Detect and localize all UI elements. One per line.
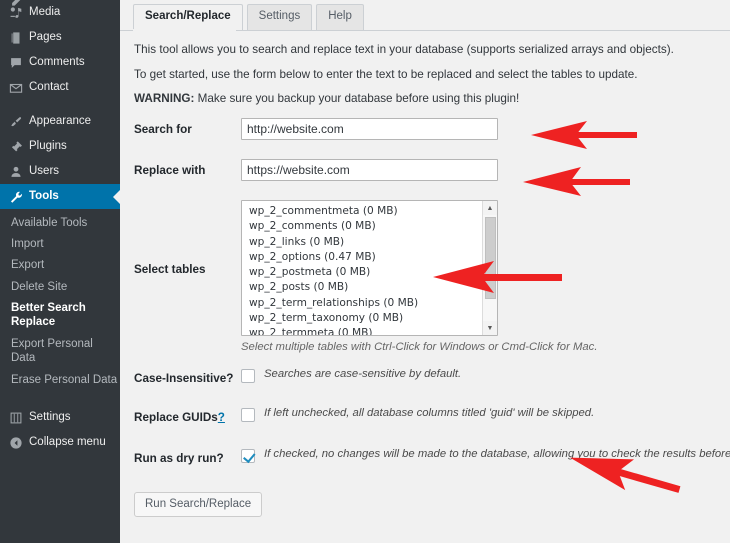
sidebar-item-label: Pages bbox=[29, 30, 62, 43]
plugins-plug-icon bbox=[9, 140, 28, 154]
select-tables-options: wp_2_commentmeta (0 MB) wp_2_comments (0… bbox=[242, 201, 482, 335]
submenu-item-available-tools[interactable]: Available Tools bbox=[0, 212, 120, 233]
tools-wrench-icon bbox=[9, 190, 28, 204]
run-search-replace-button[interactable]: Run Search/Replace bbox=[134, 491, 263, 518]
sidebar-item-tools[interactable]: Tools bbox=[0, 184, 120, 209]
warning-label: WARNING: bbox=[134, 92, 195, 105]
sidebar-divider bbox=[0, 100, 120, 109]
replace-guids-label: Replace GUIDs? bbox=[134, 406, 241, 425]
table-option[interactable]: wp_2_posts (0 MB) bbox=[242, 280, 482, 295]
contact-envelope-icon bbox=[9, 81, 28, 95]
replace-with-row: Replace with bbox=[134, 159, 724, 181]
table-option[interactable]: wp_2_links (0 MB) bbox=[242, 235, 482, 250]
select-tables-label: Select tables bbox=[134, 263, 206, 276]
search-for-row: Search for bbox=[134, 118, 724, 140]
sidebar-item-settings[interactable]: Settings bbox=[0, 405, 120, 430]
sidebar-item-label: Tools bbox=[29, 189, 59, 202]
submenu-item-delete-site[interactable]: Delete Site bbox=[0, 276, 120, 297]
table-option[interactable]: wp_2_termmeta (0 MB) bbox=[242, 326, 482, 335]
dry-run-checkbox[interactable] bbox=[241, 449, 255, 464]
case-insensitive-checkbox[interactable] bbox=[241, 369, 255, 383]
submit-row: Run Search/Replace bbox=[134, 491, 724, 518]
tab-help[interactable]: Help bbox=[316, 4, 364, 30]
search-replace-form: Search for Replace with Select tables bbox=[134, 118, 730, 518]
main-content: Search/Replace Settings Help This tool a… bbox=[120, 0, 730, 543]
users-icon bbox=[9, 165, 28, 179]
submenu-item-import[interactable]: Import bbox=[0, 233, 120, 254]
sidebar-item-label: Media bbox=[29, 5, 61, 18]
sidebar-divider bbox=[0, 396, 120, 405]
tab-search-replace[interactable]: Search/Replace bbox=[133, 4, 243, 30]
media-icon bbox=[9, 6, 28, 20]
case-insensitive-row: Case-Insensitive? Searches are case-sens… bbox=[134, 367, 724, 386]
sidebar-item-contact[interactable]: Contact bbox=[0, 75, 120, 100]
sidebar-item-label: Contact bbox=[29, 80, 69, 93]
select-tables-hint: Select multiple tables with Ctrl-Click f… bbox=[241, 341, 598, 353]
replace-with-label: Replace with bbox=[134, 164, 206, 177]
tools-submenu: Available Tools Import Export Delete Sit… bbox=[0, 209, 120, 397]
sidebar-item-label: Settings bbox=[29, 411, 71, 424]
sidebar-item-collapse-menu[interactable]: Collapse menu bbox=[0, 430, 120, 455]
replace-guids-row: Replace GUIDs? If left unchecked, all da… bbox=[134, 406, 724, 425]
table-option[interactable]: wp_2_term_taxonomy (0 MB) bbox=[242, 311, 482, 326]
dry-run-label: Run as dry run? bbox=[134, 452, 224, 466]
replace-guids-description: If left unchecked, all database columns … bbox=[264, 407, 595, 420]
select-tables-row: Select tables wp_2_commentmeta (0 MB) wp… bbox=[134, 200, 724, 353]
appearance-brush-icon bbox=[9, 115, 28, 129]
scroll-up-arrow-icon[interactable]: ▲ bbox=[483, 201, 497, 215]
replace-with-input[interactable] bbox=[241, 159, 498, 181]
dry-run-description: If checked, no changes will be made to t… bbox=[264, 448, 730, 461]
replace-guids-checkbox[interactable] bbox=[241, 408, 255, 423]
sidebar-item-plugins[interactable]: Plugins bbox=[0, 134, 120, 159]
sidebar-item-label: Plugins bbox=[29, 139, 67, 152]
comments-icon bbox=[9, 56, 28, 70]
wordpress-admin-screen: Media Pages Comments Contact Appearance … bbox=[0, 0, 730, 543]
dry-run-row: Run as dry run? If checked, no changes w… bbox=[134, 447, 730, 466]
table-option[interactable]: wp_2_term_relationships (0 MB) bbox=[242, 296, 482, 311]
collapse-arrow-icon bbox=[9, 436, 28, 450]
sidebar-item-media[interactable]: Media bbox=[0, 0, 120, 25]
replace-guids-label-text: Replace GUIDs bbox=[134, 411, 218, 425]
table-option[interactable]: wp_2_postmeta (0 MB) bbox=[242, 265, 482, 280]
sidebar-item-label: Collapse menu bbox=[29, 436, 106, 449]
select-tables-listbox[interactable]: wp_2_commentmeta (0 MB) wp_2_comments (0… bbox=[241, 200, 498, 336]
case-insensitive-description: Searches are case-sensitive by default. bbox=[264, 368, 462, 380]
submenu-item-better-search-replace[interactable]: Better Search Replace bbox=[0, 298, 120, 334]
listbox-scrollbar[interactable]: ▲ ▼ bbox=[482, 201, 497, 335]
tab-settings[interactable]: Settings bbox=[246, 4, 313, 30]
admin-sidebar: Media Pages Comments Contact Appearance … bbox=[0, 0, 120, 543]
table-option[interactable]: wp_2_options (0.47 MB) bbox=[242, 250, 482, 265]
warning-text: Make sure you backup your database befor… bbox=[194, 92, 520, 105]
sidebar-item-comments[interactable]: Comments bbox=[0, 50, 120, 75]
table-option[interactable]: wp_2_commentmeta (0 MB) bbox=[242, 204, 482, 219]
intro-warning-line: WARNING: Make sure you backup your datab… bbox=[134, 91, 519, 107]
sidebar-item-label: Comments bbox=[29, 55, 85, 68]
scroll-down-arrow-icon[interactable]: ▼ bbox=[483, 321, 497, 335]
sidebar-item-users[interactable]: Users bbox=[0, 159, 120, 184]
search-for-label: Search for bbox=[134, 123, 192, 136]
sidebar-item-label: Appearance bbox=[29, 114, 92, 127]
sidebar-item-appearance[interactable]: Appearance bbox=[0, 109, 120, 134]
intro-line-1: This tool allows you to search and repla… bbox=[134, 43, 674, 56]
submenu-item-export-personal-data[interactable]: Export Personal Data bbox=[0, 333, 120, 369]
case-insensitive-label: Case-Insensitive? bbox=[134, 372, 234, 385]
search-for-input[interactable] bbox=[241, 118, 498, 140]
submenu-item-erase-personal-data[interactable]: Erase Personal Data bbox=[0, 369, 120, 390]
settings-sliders-icon bbox=[9, 411, 28, 425]
scrollbar-thumb[interactable] bbox=[485, 217, 496, 299]
table-option[interactable]: wp_2_comments (0 MB) bbox=[242, 219, 482, 234]
sidebar-item-label: Users bbox=[29, 164, 60, 177]
active-tab-rule-mask bbox=[133, 29, 236, 31]
pages-icon bbox=[9, 31, 28, 45]
replace-guids-help-link[interactable]: ? bbox=[218, 411, 225, 424]
sidebar-item-pages[interactable]: Pages bbox=[0, 25, 120, 50]
intro-line-2: To get started, use the form below to en… bbox=[134, 68, 638, 81]
tab-bar: Search/Replace Settings Help bbox=[133, 3, 368, 30]
submenu-item-export[interactable]: Export bbox=[0, 255, 120, 276]
